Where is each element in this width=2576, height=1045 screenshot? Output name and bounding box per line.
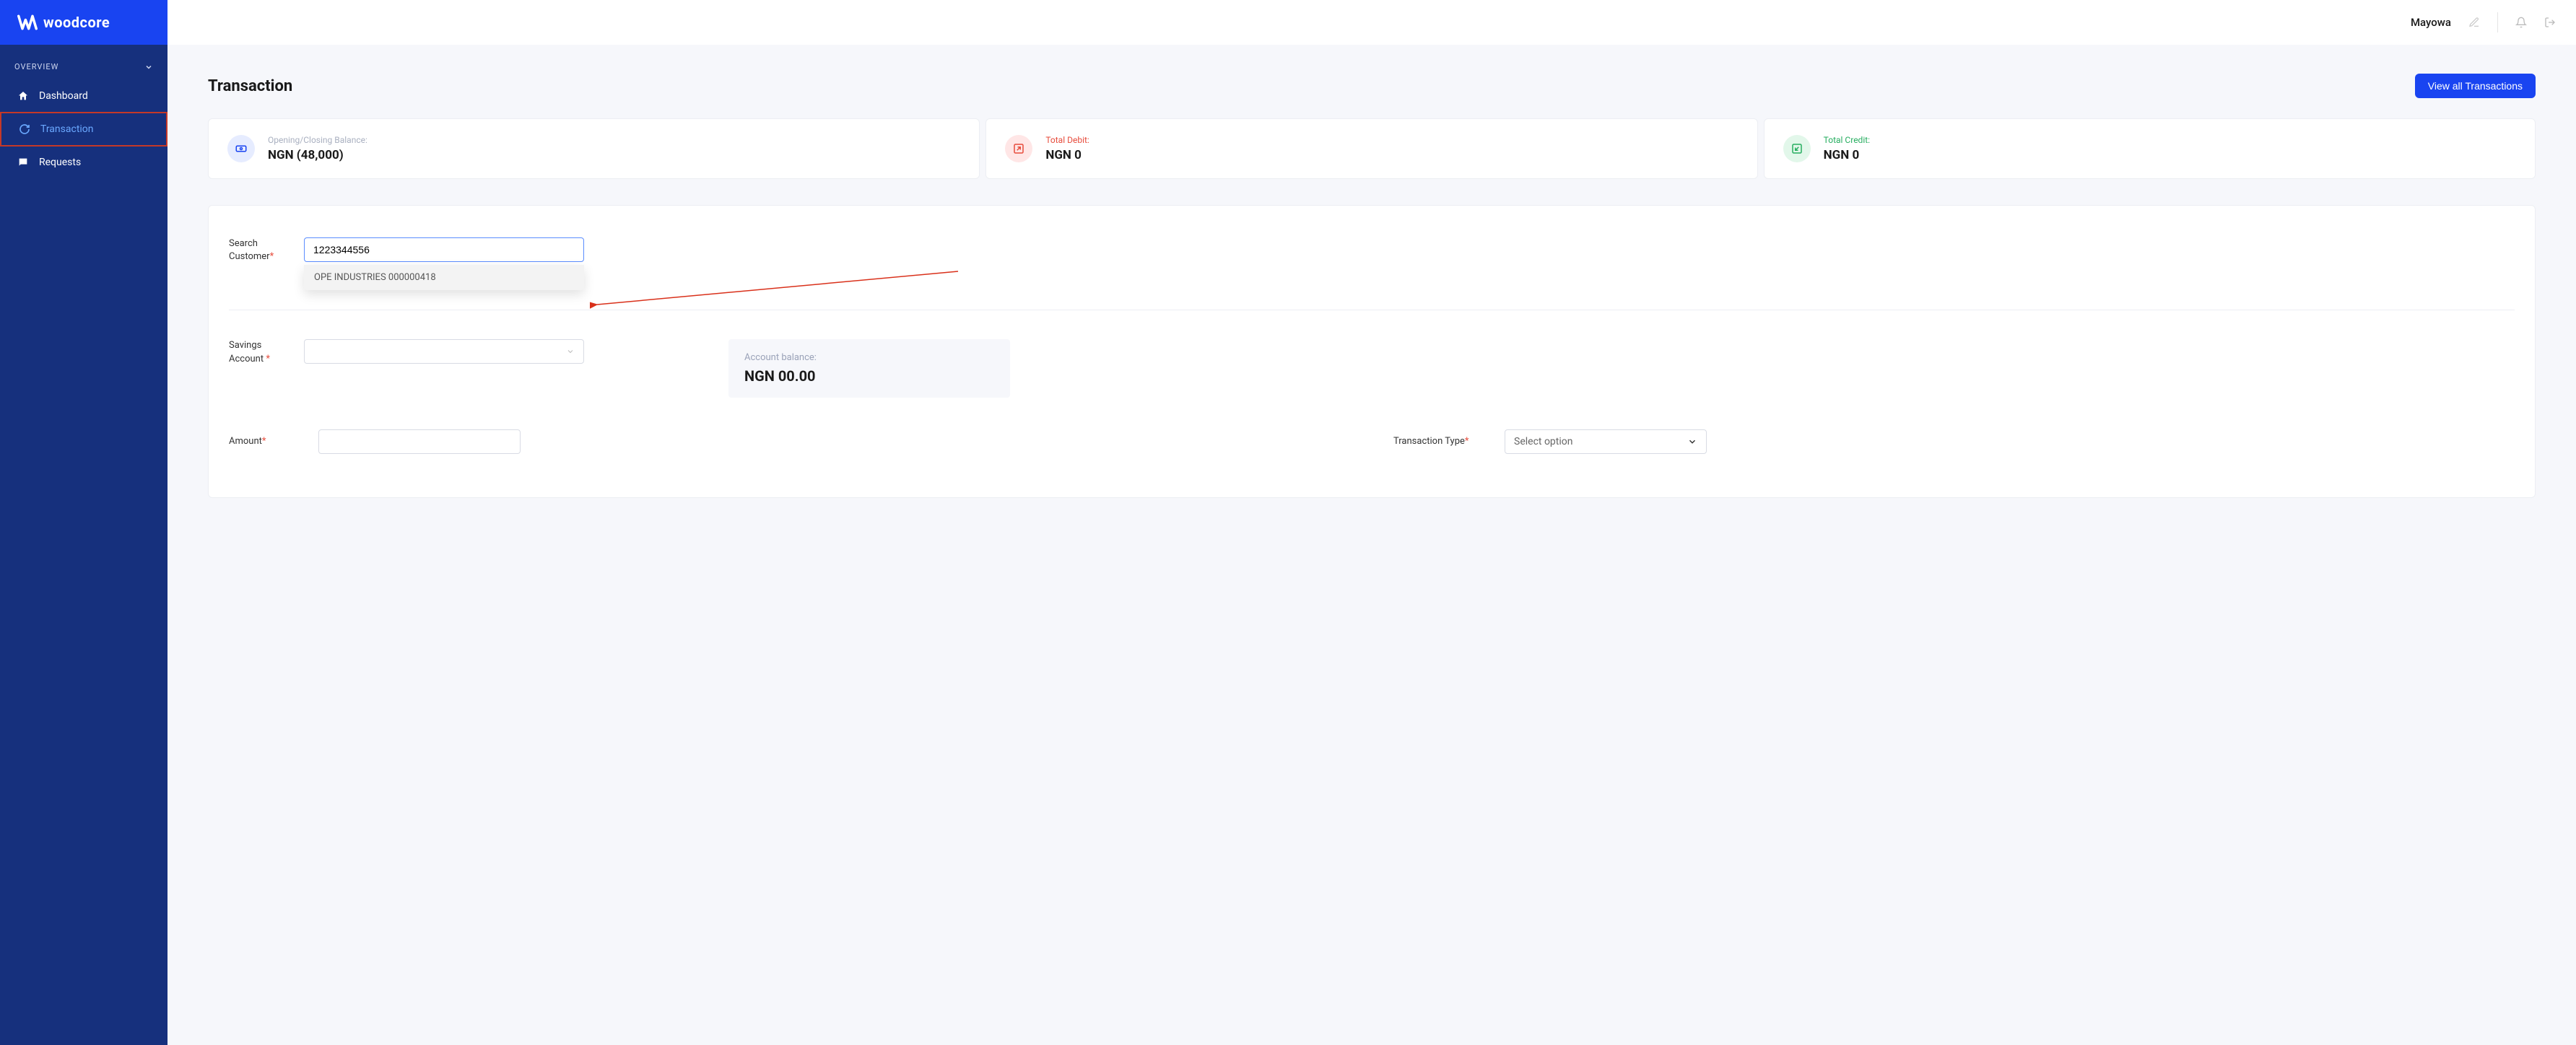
stat-opening-closing-balance: Opening/Closing Balance: NGN (48,000) (208, 118, 980, 179)
sidebar-item-label: Dashboard (39, 90, 88, 102)
savings-account-label: Savings Account * (229, 339, 287, 365)
sidebar-item-label: Transaction (40, 123, 94, 135)
stat-value: NGN 0 (1045, 148, 1089, 162)
balance-icon (227, 135, 255, 162)
sidebar-section-label: OVERVIEW (14, 62, 58, 71)
refresh-icon (19, 123, 30, 135)
sidebar: woodcore OVERVIEW Dashboard Transaction … (0, 0, 167, 1045)
stat-total-debit: Total Debit: NGN 0 (985, 118, 1757, 179)
transaction-type-label: Transaction Type* (1393, 435, 1487, 448)
search-customer-label: Search Customer* (229, 237, 287, 263)
page-title: Transaction (208, 77, 292, 95)
chevron-down-icon (144, 63, 153, 71)
amount-label: Amount* (229, 435, 301, 448)
account-balance-box: Account balance: NGN 00.00 (728, 339, 1010, 398)
stat-value: NGN 0 (1824, 148, 1870, 162)
stat-label: Opening/Closing Balance: (268, 135, 367, 145)
brand-name: woodcore (43, 14, 110, 31)
transaction-type-select[interactable]: Select option (1505, 429, 1707, 454)
customer-autocomplete-dropdown: OPE INDUSTRIES 000000418 (304, 265, 584, 290)
user-block[interactable]: Mayowa (2411, 16, 2451, 29)
view-all-transactions-button[interactable]: View all Transactions (2415, 74, 2536, 98)
balance-value: NGN 00.00 (744, 367, 994, 385)
home-icon (17, 90, 29, 102)
credit-icon (1783, 135, 1811, 162)
brand-logo[interactable]: woodcore (0, 0, 167, 45)
search-customer-input[interactable] (304, 237, 584, 262)
select-placeholder: Select option (1514, 436, 1573, 447)
annotation-arrow (590, 270, 965, 313)
stat-value: NGN (48,000) (268, 148, 367, 162)
debit-icon (1005, 135, 1032, 162)
chevron-down-icon (566, 347, 575, 356)
chat-icon (17, 157, 29, 168)
savings-account-select[interactable] (304, 339, 584, 364)
customer-autocomplete-option[interactable]: OPE INDUSTRIES 000000418 (304, 265, 584, 290)
sidebar-item-requests[interactable]: Requests (0, 147, 167, 178)
logout-icon[interactable] (2544, 17, 2556, 28)
chevron-down-icon (1687, 437, 1697, 447)
stat-total-credit: Total Credit: NGN 0 (1764, 118, 2536, 179)
user-name: Mayowa (2411, 16, 2451, 29)
stat-label: Total Credit: (1824, 135, 1870, 145)
topbar: Mayowa (167, 0, 2576, 45)
amount-input[interactable] (318, 429, 521, 454)
bell-icon[interactable] (2515, 17, 2527, 28)
sidebar-item-label: Requests (39, 157, 81, 168)
transaction-form-card: Search Customer* OPE INDUSTRIES 00000041… (208, 205, 2536, 498)
woodcore-logo-icon (17, 14, 38, 30)
sidebar-section-header[interactable]: OVERVIEW (0, 45, 167, 80)
topbar-divider (2497, 12, 2498, 32)
sidebar-item-transaction[interactable]: Transaction (0, 112, 167, 147)
edit-icon[interactable] (2468, 17, 2480, 28)
stat-label: Total Debit: (1045, 135, 1089, 145)
sidebar-item-dashboard[interactable]: Dashboard (0, 80, 167, 112)
balance-label: Account balance: (744, 352, 994, 363)
